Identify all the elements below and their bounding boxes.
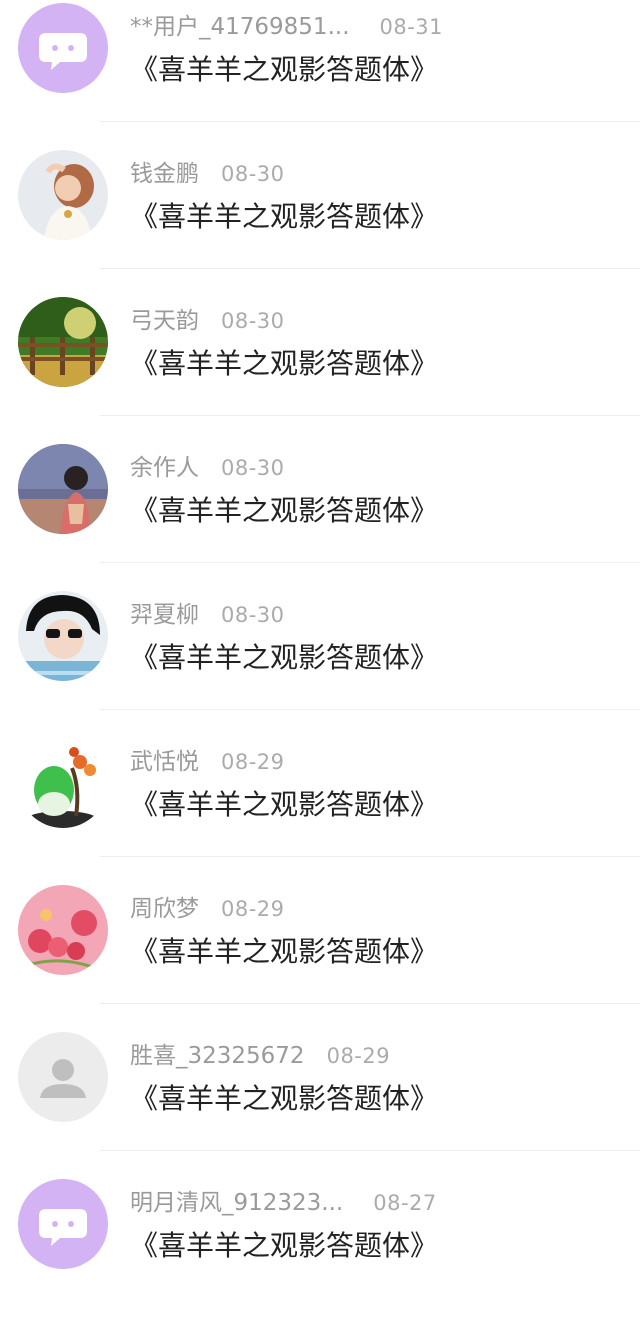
message-meta: 钱金鹏 08-30 <box>130 157 285 191</box>
divider <box>100 121 640 122</box>
message-date: 08-29 <box>221 897 285 921</box>
list-item[interactable]: 羿夏柳 08-30 《喜羊羊之观影答题体》 <box>0 588 640 735</box>
message-title[interactable]: 《喜羊羊之观影答题体》 <box>130 50 438 90</box>
divider <box>100 1150 640 1151</box>
message-date: 08-30 <box>221 603 285 627</box>
message-date: 08-30 <box>221 456 285 480</box>
message-title[interactable]: 《喜羊羊之观影答题体》 <box>130 197 438 237</box>
message-title[interactable]: 《喜羊羊之观影答题体》 <box>130 1226 438 1266</box>
message-meta: 胜喜_32325672 08-29 <box>130 1039 390 1073</box>
message-title[interactable]: 《喜羊羊之观影答题体》 <box>130 932 438 972</box>
sender-name[interactable]: 弓天韵 <box>130 304 199 338</box>
message-list: **用户_41769851... 08-31 《喜羊羊之观影答题体》 钱金鹏 08-… <box>0 0 640 1280</box>
list-item[interactable]: 钱金鹏 08-30 《喜羊羊之观影答题体》 <box>0 147 640 294</box>
sender-name[interactable]: 周欣梦 <box>130 892 199 926</box>
list-item[interactable]: 明月清风_912323... 08-27 《喜羊羊之观影答题体》 <box>0 1176 640 1323</box>
divider <box>100 415 640 416</box>
message-date: 08-30 <box>221 309 285 333</box>
list-item[interactable]: 周欣梦 08-29 《喜羊羊之观影答题体》 <box>0 882 640 1029</box>
chat-bubble-icon[interactable] <box>18 1179 108 1269</box>
user-avatar[interactable] <box>18 297 108 387</box>
divider <box>100 709 640 710</box>
user-avatar[interactable] <box>18 150 108 240</box>
message-meta: **用户_41769851... 08-31 <box>130 10 443 44</box>
message-title[interactable]: 《喜羊羊之观影答题体》 <box>130 491 438 531</box>
divider <box>100 1003 640 1004</box>
divider <box>100 562 640 563</box>
message-date: 08-31 <box>379 15 444 39</box>
sender-name[interactable]: 武恬悦 <box>130 745 199 779</box>
list-item[interactable]: **用户_41769851... 08-31 《喜羊羊之观影答题体》 <box>0 0 640 147</box>
message-meta: 武恬悦 08-29 <box>130 745 285 779</box>
divider <box>100 268 640 269</box>
default-user-icon[interactable] <box>18 1032 108 1122</box>
message-title[interactable]: 《喜羊羊之观影答题体》 <box>130 1079 438 1119</box>
list-item[interactable]: 武恬悦 08-29 《喜羊羊之观影答题体》 <box>0 735 640 882</box>
sender-name[interactable]: 羿夏柳 <box>130 598 199 632</box>
sender-name[interactable]: 钱金鹏 <box>130 157 199 191</box>
sender-name[interactable]: 胜喜_32325672 <box>130 1039 305 1073</box>
message-date: 08-29 <box>221 750 285 774</box>
user-avatar[interactable] <box>18 444 108 534</box>
message-meta: 余作人 08-30 <box>130 451 285 485</box>
message-date: 08-30 <box>221 162 285 186</box>
list-item[interactable]: 弓天韵 08-30 《喜羊羊之观影答题体》 <box>0 294 640 441</box>
message-title[interactable]: 《喜羊羊之观影答题体》 <box>130 785 438 825</box>
list-item[interactable]: 胜喜_32325672 08-29 《喜羊羊之观影答题体》 <box>0 1029 640 1176</box>
message-title[interactable]: 《喜羊羊之观影答题体》 <box>130 344 438 384</box>
message-meta: 羿夏柳 08-30 <box>130 598 285 632</box>
message-meta: 弓天韵 08-30 <box>130 304 285 338</box>
sender-name[interactable]: 明月清风_912323... <box>130 1186 343 1220</box>
user-avatar[interactable] <box>18 885 108 975</box>
sender-name[interactable]: **用户_41769851... <box>130 10 350 44</box>
user-avatar[interactable] <box>18 738 108 828</box>
message-date: 08-29 <box>326 1044 391 1068</box>
chat-bubble-icon[interactable] <box>18 3 108 93</box>
divider <box>100 856 640 857</box>
user-avatar[interactable] <box>18 591 108 681</box>
message-date: 08-27 <box>373 1191 437 1215</box>
list-item[interactable]: 余作人 08-30 《喜羊羊之观影答题体》 <box>0 441 640 588</box>
message-meta: 周欣梦 08-29 <box>130 892 285 926</box>
message-title[interactable]: 《喜羊羊之观影答题体》 <box>130 638 438 678</box>
sender-name[interactable]: 余作人 <box>130 451 199 485</box>
message-meta: 明月清风_912323... 08-27 <box>130 1186 437 1220</box>
